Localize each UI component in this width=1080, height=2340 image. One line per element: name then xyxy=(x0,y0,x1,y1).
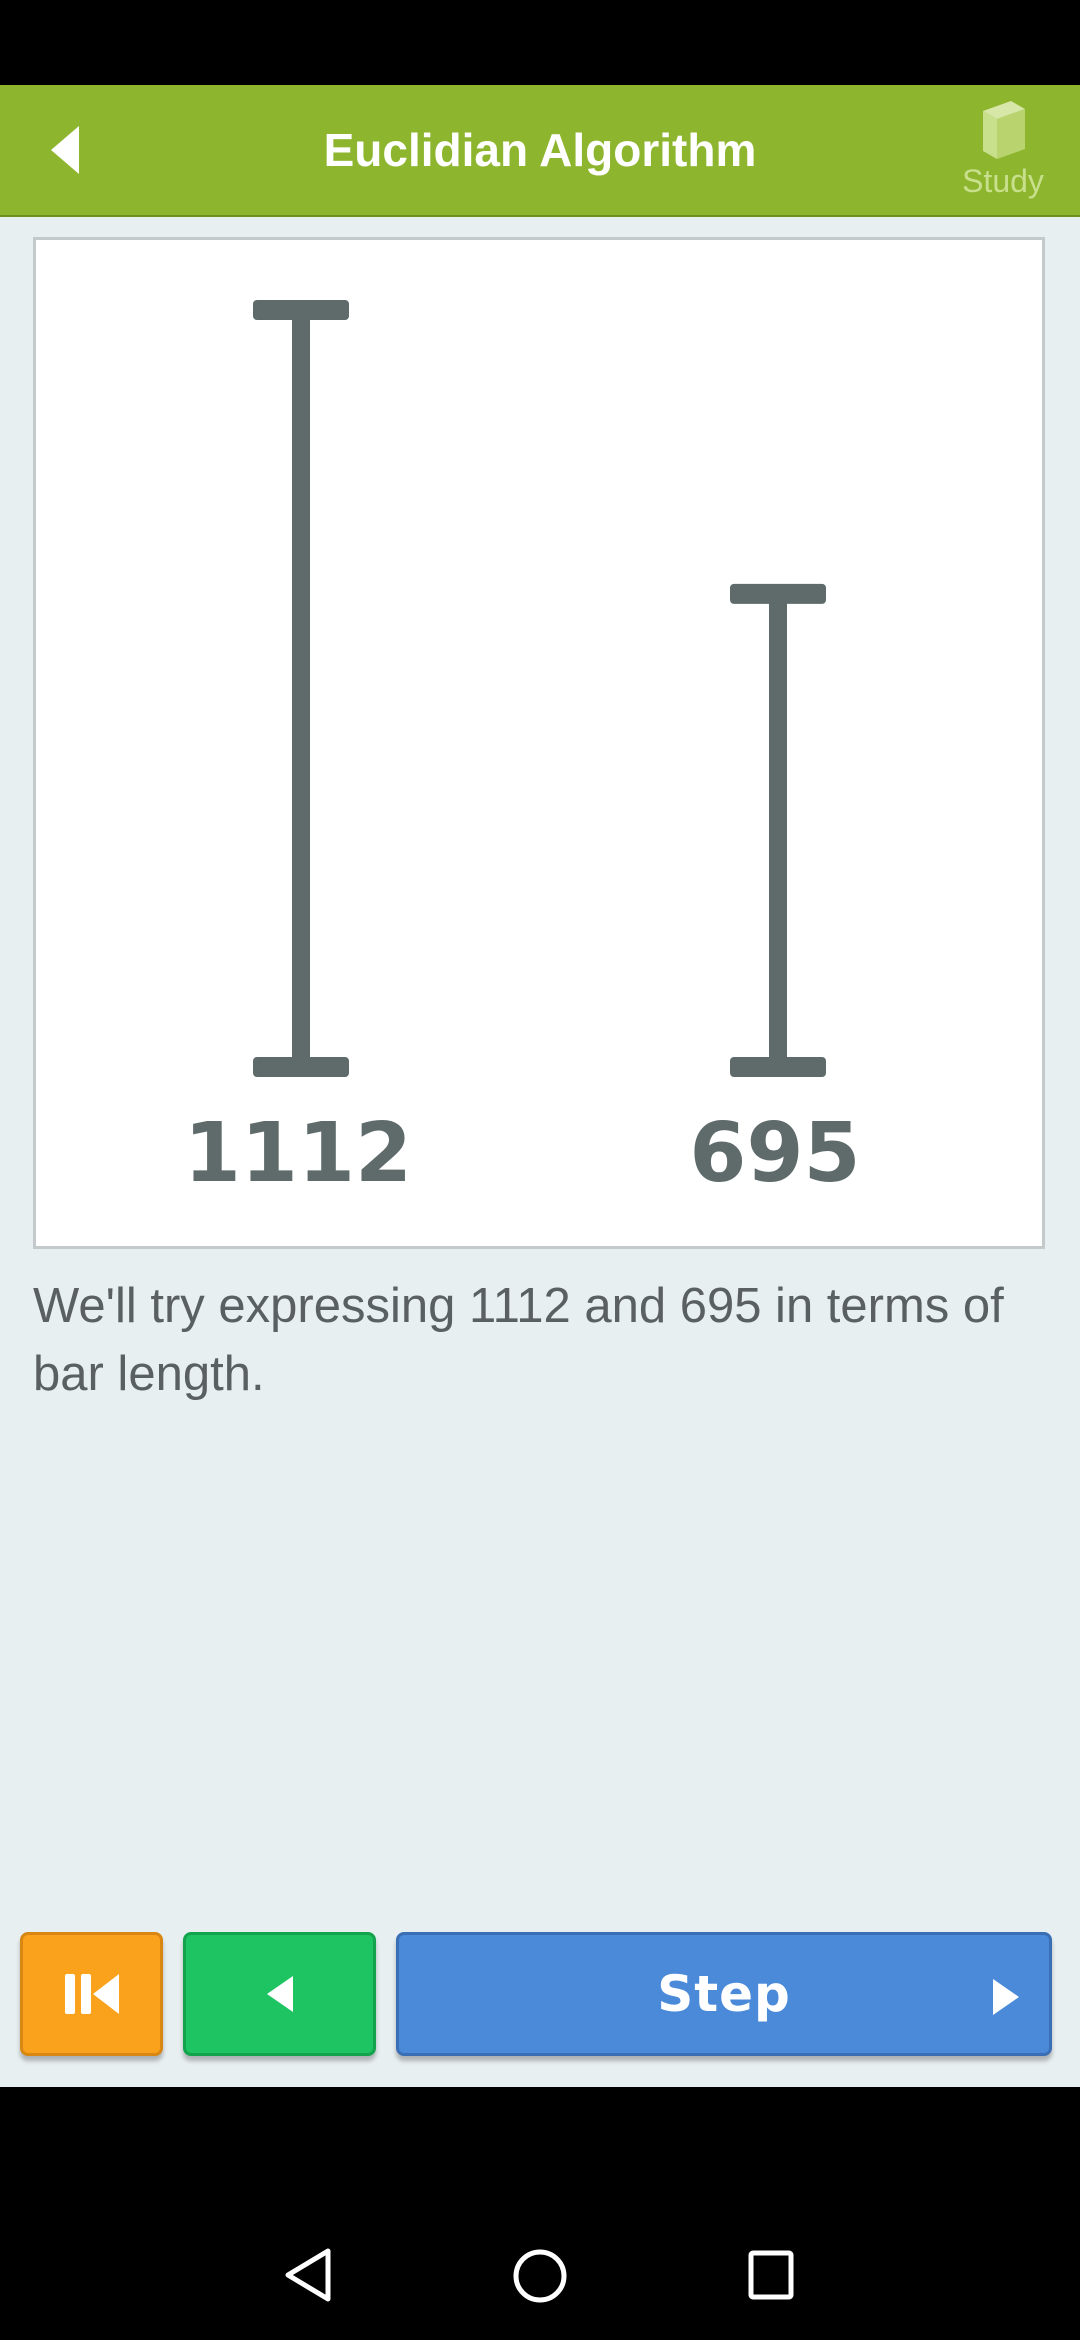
bar-value-label: 695 xyxy=(689,1106,860,1201)
bar-bottom-cap xyxy=(253,1057,349,1077)
main-content: 1112 695 We'll try expressing 1112 and 69… xyxy=(0,217,1080,2087)
control-bar: Step xyxy=(0,1932,1080,2062)
page-title: Euclidian Algorithm xyxy=(323,124,757,176)
status-bar xyxy=(0,0,1080,85)
bar-top-cap xyxy=(730,583,826,604)
explanation-text: We'll try expressing 1112 and 695 in ter… xyxy=(33,1279,1004,1401)
study-button[interactable]: Study xyxy=(948,99,1058,203)
previous-step-button[interactable] xyxy=(183,1932,376,2056)
bar-stem xyxy=(769,593,787,1067)
bar-stem xyxy=(292,310,310,1067)
bar-1112: 1112 xyxy=(184,300,412,1201)
bar-value-label: 1112 xyxy=(184,1106,412,1201)
bar-canvas: 1112 695 xyxy=(33,237,1045,1249)
step-label: Step xyxy=(657,1965,791,2023)
bar-top-cap xyxy=(253,300,349,320)
triangle-left-icon xyxy=(51,126,79,174)
skip-to-start-icon xyxy=(64,1974,119,2014)
bar-695: 695 xyxy=(689,583,861,1201)
study-label: Study xyxy=(962,163,1044,199)
triangle-right-icon xyxy=(993,1979,1019,2015)
triangle-left-icon xyxy=(266,1976,293,2012)
system-nav-bar xyxy=(0,2087,1080,2340)
nav-recents-icon[interactable] xyxy=(745,2247,797,2303)
back-button[interactable] xyxy=(20,105,110,195)
reset-button[interactable] xyxy=(20,1932,163,2056)
nav-back-icon[interactable] xyxy=(282,2247,334,2303)
nav-home-icon[interactable] xyxy=(511,2247,569,2305)
step-button[interactable]: Step xyxy=(396,1932,1052,2056)
bar-diagram: 1112 695 xyxy=(184,300,861,1201)
app-bar: Euclidian Algorithm Study xyxy=(0,85,1080,217)
book-icon xyxy=(983,101,1025,159)
bar-bottom-cap xyxy=(730,1057,826,1077)
